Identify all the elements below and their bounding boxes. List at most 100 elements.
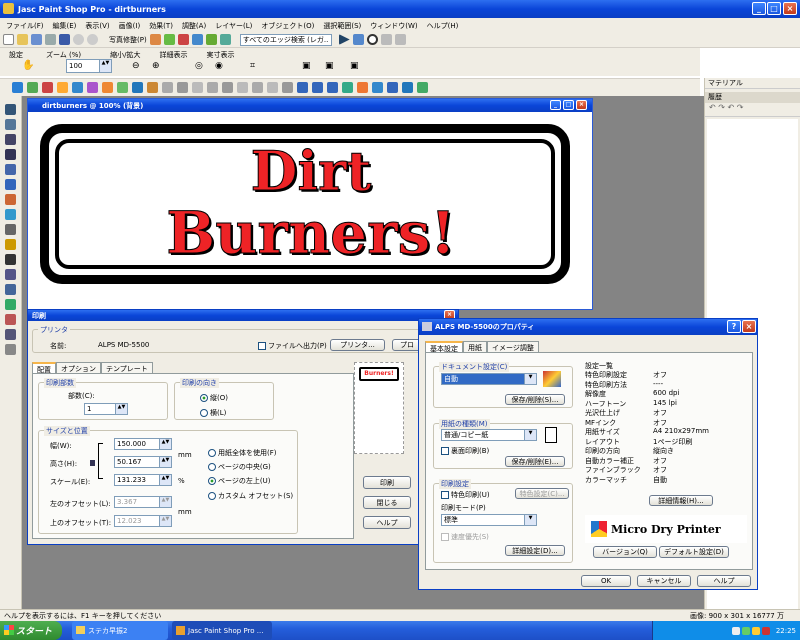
start-button[interactable]: スタート (0, 621, 62, 640)
top-offset-input[interactable]: 12.023 ▲▼ (114, 515, 172, 527)
window2-icon[interactable]: ▣ (325, 61, 334, 71)
tray-icon-2[interactable] (741, 626, 750, 635)
edge-search-select[interactable]: すべてのエッジ検索 (レガ.. (239, 33, 332, 46)
dropper-tool-icon[interactable] (5, 284, 16, 295)
menu-item[interactable]: 効果(T) (149, 21, 173, 30)
text-tool-icon[interactable] (5, 254, 16, 265)
speed-priority-checkbox[interactable]: 速度優先(S) (441, 532, 489, 542)
zoom-out-icon[interactable]: ⊖ (132, 61, 140, 71)
effect-icon[interactable] (149, 34, 161, 45)
doc-minimize-button[interactable]: _ (550, 100, 561, 110)
toolbar-effect-icon[interactable] (282, 82, 293, 93)
portrait-radio[interactable]: 縦(O) (200, 393, 228, 403)
menu-item[interactable]: 表示(V) (85, 21, 109, 30)
width-input[interactable]: 150.000 ▲▼ (114, 438, 172, 450)
toolbar-effect-icon[interactable] (57, 82, 68, 93)
tray-icon-3[interactable] (751, 626, 760, 635)
toolbar-effect-icon[interactable] (117, 82, 128, 93)
doc-maximize-button[interactable]: □ (563, 100, 574, 110)
special-color-settings-button[interactable]: 特色設定(C)... (515, 488, 569, 499)
menu-item[interactable]: 調整(A) (182, 21, 206, 30)
toolbar-effect-icon[interactable] (357, 82, 368, 93)
open-icon[interactable] (17, 34, 28, 45)
script-icon[interactable] (352, 34, 364, 45)
printer-button[interactable]: プリンタ... (330, 339, 385, 351)
lock-icon[interactable] (90, 460, 95, 466)
fit2-icon[interactable]: ◉ (215, 61, 223, 71)
custom-offset-radio[interactable]: カスタム オフセット(S) (208, 491, 293, 501)
toolbar-effect-icon[interactable] (177, 82, 188, 93)
toolbar-effect-icon[interactable] (192, 82, 203, 93)
copies-input[interactable]: 1 ▲▼ (84, 403, 128, 415)
zoom-spinner[interactable]: ▲▼ (99, 60, 111, 72)
flower-icon[interactable] (205, 34, 217, 45)
arrow-tool-icon[interactable] (5, 104, 16, 115)
landscape-radio[interactable]: 横(L) (200, 408, 226, 418)
toolbar-effect-icon[interactable] (12, 82, 23, 93)
close-dialog-button[interactable]: 閉じる (363, 496, 411, 509)
special-color-checkbox[interactable]: 特色印刷(U) (441, 490, 490, 500)
canvas[interactable]: Dirt Burners! (28, 112, 592, 309)
print-help-button[interactable]: ヘルプ (363, 516, 411, 529)
photo-fix-menu[interactable]: 写真修整(P) (109, 35, 147, 45)
new-icon[interactable] (3, 34, 14, 45)
shape-tool-icon[interactable] (5, 164, 16, 175)
toolbar-effect-icon[interactable] (372, 82, 383, 93)
toolbar-effect-icon[interactable] (102, 82, 113, 93)
pause-icon[interactable] (380, 34, 392, 45)
paper-type-select[interactable]: 普通/コピー紙 ▼ (441, 429, 537, 441)
menu-item[interactable]: ヘルプ(H) (427, 21, 459, 30)
play-icon[interactable] (338, 34, 350, 45)
move-tool-icon[interactable] (5, 149, 16, 160)
default-settings-button[interactable]: デフォルト設定(D) (659, 546, 729, 558)
menu-item[interactable]: 選択範囲(S) (323, 21, 361, 30)
toolbar-effect-icon[interactable] (27, 82, 38, 93)
landscape-icon[interactable] (219, 34, 231, 45)
toolbar-effect-icon[interactable] (147, 82, 158, 93)
maximize-button[interactable]: □ (767, 2, 781, 15)
scale-input[interactable]: 131.233 ▲▼ (114, 474, 172, 486)
fit-page-radio[interactable]: 用紙全体を使用(F) (208, 448, 277, 458)
toolbar-effect-icon[interactable] (417, 82, 428, 93)
zoom-tool-icon[interactable] (5, 329, 16, 340)
record-icon[interactable] (366, 34, 378, 45)
zoom-input[interactable]: 100 ▲▼ (66, 59, 112, 73)
doc-close-button[interactable]: × (576, 100, 587, 110)
redo-icon[interactable] (87, 34, 98, 45)
toolbar-effect-icon[interactable] (237, 82, 248, 93)
browse-icon[interactable] (31, 34, 42, 45)
toolbar-effect-icon[interactable] (297, 82, 308, 93)
picture-tool-icon[interactable] (5, 299, 16, 310)
close-button[interactable]: × (783, 2, 797, 15)
menu-item[interactable]: 画像(I) (119, 21, 141, 30)
toolbar-effect-icon[interactable] (327, 82, 338, 93)
toolbar-effect-icon[interactable] (342, 82, 353, 93)
eraser-tool-icon[interactable] (5, 224, 16, 235)
fit-icon[interactable]: ◎ (195, 61, 203, 71)
ok-button[interactable]: OK (581, 575, 631, 587)
toolbar-effect-icon[interactable] (252, 82, 263, 93)
center-page-radio[interactable]: ページの中央(G) (208, 462, 271, 472)
menu-item[interactable]: オブジェクト(O) (261, 21, 314, 30)
props-help-x[interactable]: ? (727, 320, 741, 333)
cancel-button[interactable]: キャンセル (637, 575, 691, 587)
menu-item[interactable]: ウィンドウ(W) (370, 21, 417, 30)
select-tool-icon[interactable] (5, 119, 16, 130)
left-offset-input[interactable]: 3.367 ▲▼ (114, 496, 172, 508)
sparkle-icon[interactable] (163, 34, 175, 45)
props-close-x[interactable]: × (742, 320, 756, 333)
document-settings-select[interactable]: 自動 ▼ (441, 373, 537, 385)
toolbar-effect-icon[interactable] (402, 82, 413, 93)
undo-icon[interactable] (73, 34, 84, 45)
zoom-in-icon[interactable]: ⊕ (152, 61, 160, 71)
detail-settings-button[interactable]: 詳細設定(D)... (505, 545, 565, 556)
color-icon[interactable] (177, 34, 189, 45)
print-button[interactable]: 印刷 (363, 476, 411, 489)
top-left-radio[interactable]: ページの左上(U) (208, 476, 270, 486)
save-delete-button-1[interactable]: 保存/削除(S)... (505, 394, 565, 405)
reverse-print-checkbox[interactable]: 裏面印刷(B) (441, 446, 489, 456)
stamp-tool-icon[interactable] (5, 314, 16, 325)
pen-tool-icon[interactable] (5, 269, 16, 280)
toolbar-effect-icon[interactable] (162, 82, 173, 93)
save-icon[interactable] (59, 34, 70, 45)
